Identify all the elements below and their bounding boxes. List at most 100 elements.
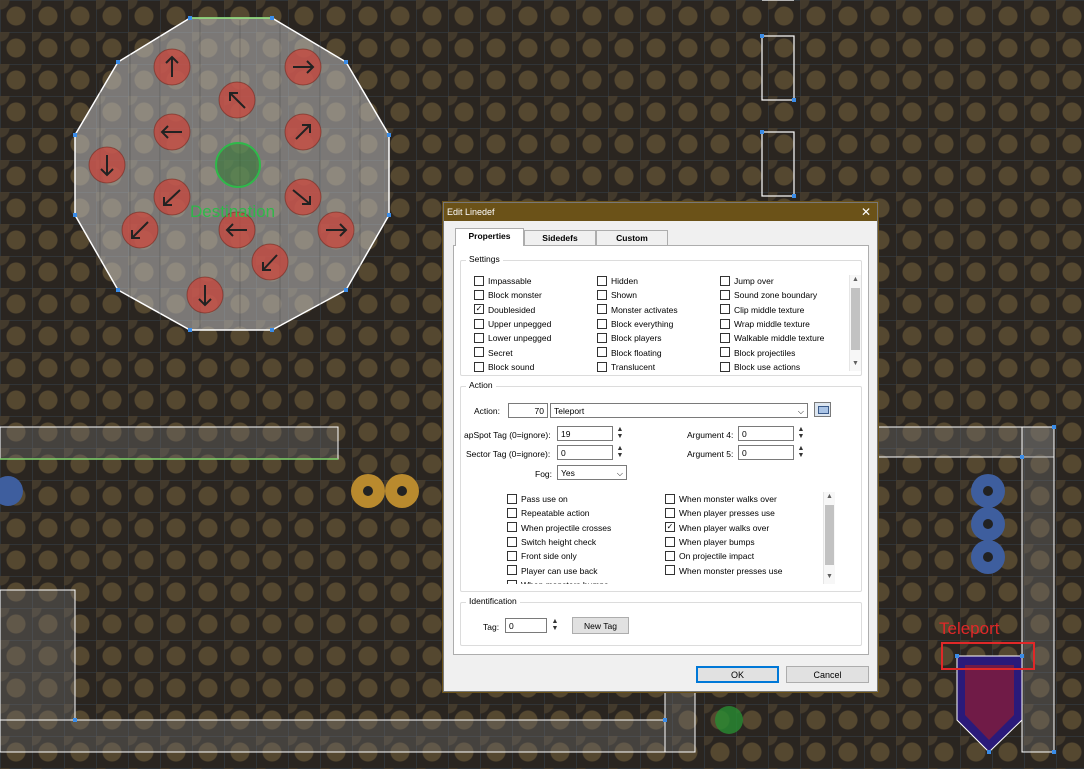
- flag-checkbox[interactable]: Jump over: [720, 275, 774, 287]
- checkbox-box[interactable]: [665, 493, 675, 504]
- title-bar[interactable]: Edit Linedef ✕: [444, 203, 877, 221]
- action-browse-button[interactable]: [814, 402, 831, 417]
- arg4-spinner[interactable]: ▲ ▼: [796, 426, 806, 440]
- flag-checkbox[interactable]: Walkable middle texture: [720, 332, 824, 344]
- checkbox-box[interactable]: [597, 347, 607, 358]
- checkmark-icon[interactable]: ✓: [474, 304, 484, 315]
- activation-checkbox[interactable]: When projectile crosses: [507, 522, 611, 534]
- flag-checkbox[interactable]: Monster activates: [597, 304, 678, 316]
- activation-checkbox[interactable]: Front side only: [507, 550, 577, 562]
- flag-checkbox[interactable]: Block players: [597, 332, 662, 344]
- arg4-field[interactable]: 0: [738, 426, 794, 441]
- flag-checkbox[interactable]: Clip middle texture: [720, 304, 804, 316]
- checkbox-box[interactable]: [720, 304, 730, 315]
- activation-scrollbar[interactable]: ▲ ▼: [823, 492, 835, 584]
- destination-marker[interactable]: [215, 142, 261, 188]
- checkbox-box[interactable]: [474, 275, 484, 286]
- checkbox-box[interactable]: [597, 361, 607, 372]
- close-icon[interactable]: ✕: [861, 205, 871, 219]
- activation-checkbox[interactable]: When player presses use: [665, 507, 775, 519]
- flag-checkbox[interactable]: Secret: [474, 347, 513, 359]
- checkbox-box[interactable]: [597, 304, 607, 315]
- checkbox-box[interactable]: [474, 347, 484, 358]
- fog-select[interactable]: Yes ⌵: [557, 465, 627, 480]
- flag-checkbox[interactable]: ✓ Doublesided: [474, 304, 535, 316]
- tab-properties[interactable]: Properties: [455, 228, 524, 246]
- checkbox-box[interactable]: [507, 579, 517, 584]
- flag-checkbox[interactable]: Hidden: [597, 275, 638, 287]
- flag-checkbox[interactable]: Impassable: [474, 275, 531, 287]
- flag-checkbox[interactable]: Block floating: [597, 347, 662, 359]
- scroll-thumb[interactable]: [851, 288, 860, 350]
- action-number-field[interactable]: 70: [508, 403, 548, 418]
- flag-checkbox[interactable]: Lower unpegged: [474, 332, 551, 344]
- scroll-thumb[interactable]: [825, 505, 834, 565]
- arg2-spinner[interactable]: ▲ ▼: [615, 445, 625, 459]
- checkbox-box[interactable]: [720, 332, 730, 343]
- checkbox-box[interactable]: [665, 508, 675, 519]
- checkbox-box[interactable]: [507, 536, 517, 547]
- flag-checkbox[interactable]: Block projectiles: [720, 347, 795, 359]
- checkbox-box[interactable]: [597, 275, 607, 286]
- upper-corridor[interactable]: [761, 0, 795, 197]
- activation-checkbox[interactable]: Switch height check: [507, 536, 596, 548]
- activation-checkbox[interactable]: ✓ When player walks over: [665, 522, 769, 534]
- checkbox-box[interactable]: [507, 565, 517, 576]
- flag-checkbox[interactable]: Wrap middle texture: [720, 318, 810, 330]
- flag-checkbox[interactable]: Shown: [597, 289, 637, 301]
- activation-checkbox[interactable]: On projectile impact: [665, 550, 754, 562]
- arg1-field[interactable]: 19: [557, 426, 613, 441]
- flag-checkbox[interactable]: Block everything: [597, 318, 673, 330]
- flag-checkbox[interactable]: Translucent: [597, 361, 655, 373]
- activation-checkbox[interactable]: Repeatable action: [507, 507, 590, 519]
- activation-checkbox[interactable]: Player can use back: [507, 565, 598, 577]
- flag-checkbox[interactable]: Block monster: [474, 289, 542, 301]
- scroll-down-icon[interactable]: ▼: [850, 360, 861, 367]
- settings-scrollbar[interactable]: ▲ ▼: [849, 275, 861, 371]
- checkbox-box[interactable]: [597, 332, 607, 343]
- checkbox-box[interactable]: [507, 550, 517, 561]
- arg5-field[interactable]: 0: [738, 445, 794, 460]
- checkbox-box[interactable]: [665, 565, 675, 576]
- tab-custom[interactable]: Custom: [596, 230, 668, 245]
- checkbox-box[interactable]: [720, 290, 730, 301]
- activation-checkbox[interactable]: When monster presses use: [665, 565, 782, 577]
- tab-sidedefs[interactable]: Sidedefs: [524, 230, 596, 245]
- ok-button[interactable]: OK: [696, 666, 779, 683]
- checkbox-box[interactable]: [720, 318, 730, 329]
- activation-checkbox[interactable]: When monsters bumps: [507, 579, 608, 584]
- activation-checkbox[interactable]: When player bumps: [665, 536, 755, 548]
- teleport-pad[interactable]: [941, 642, 1035, 753]
- arg1-spinner[interactable]: ▲ ▼: [615, 426, 625, 440]
- arg2-field[interactable]: 0: [557, 445, 613, 460]
- checkbox-box[interactable]: [665, 550, 675, 561]
- tag-spinner[interactable]: ▲ ▼: [550, 618, 560, 632]
- checkmark-icon[interactable]: ✓: [665, 522, 675, 533]
- checkbox-box[interactable]: [720, 361, 730, 372]
- scroll-up-icon[interactable]: ▲: [850, 276, 861, 283]
- checkbox-box[interactable]: [597, 290, 607, 301]
- flag-checkbox[interactable]: Sound zone boundary: [720, 289, 817, 301]
- activation-checkbox[interactable]: When monster walks over: [665, 493, 777, 505]
- scroll-up-icon[interactable]: ▲: [824, 493, 835, 500]
- checkbox-box[interactable]: [665, 536, 675, 547]
- checkbox-box[interactable]: [507, 493, 517, 504]
- checkbox-box[interactable]: [474, 318, 484, 329]
- activation-checkbox[interactable]: Pass use on: [507, 493, 568, 505]
- checkbox-box[interactable]: [474, 361, 484, 372]
- scroll-down-icon[interactable]: ▼: [824, 573, 835, 580]
- checkbox-box[interactable]: [474, 332, 484, 343]
- arg5-spinner[interactable]: ▲ ▼: [796, 445, 806, 459]
- cancel-button[interactable]: Cancel: [786, 666, 869, 683]
- checkbox-box[interactable]: [720, 275, 730, 286]
- checkbox-box[interactable]: [720, 347, 730, 358]
- tag-field[interactable]: 0: [505, 618, 547, 633]
- checkbox-box[interactable]: [474, 290, 484, 301]
- checkbox-box[interactable]: [507, 508, 517, 519]
- checkbox-box[interactable]: [597, 318, 607, 329]
- flag-checkbox[interactable]: Upper unpegged: [474, 318, 551, 330]
- flag-checkbox[interactable]: Block sound: [474, 361, 534, 373]
- checkbox-box[interactable]: [507, 522, 517, 533]
- new-tag-button[interactable]: New Tag: [572, 617, 629, 634]
- action-select[interactable]: Teleport ⌵: [550, 403, 808, 418]
